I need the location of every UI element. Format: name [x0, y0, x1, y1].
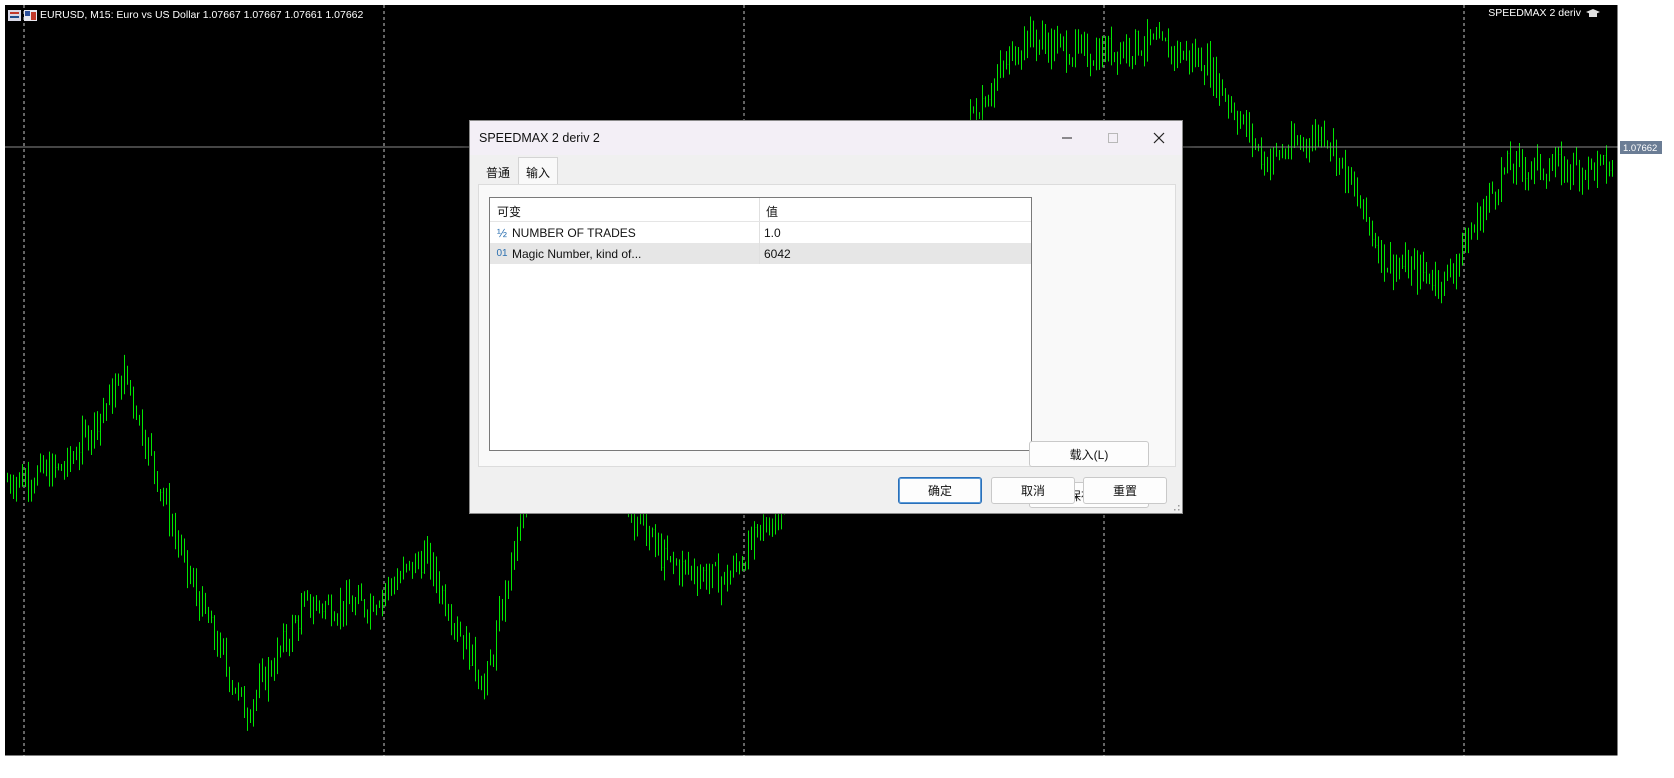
- close-icon: [1153, 132, 1165, 144]
- integer-type-icon: 01: [496, 248, 508, 259]
- chart-menu-icon[interactable]: [8, 9, 21, 21]
- price-tick-label: 1.06715: [1625, 736, 1659, 747]
- price-tick-label: 1.07485: [1625, 254, 1659, 265]
- dialog-title: SPEEDMAX 2 deriv 2: [479, 131, 600, 145]
- time-tick-label: 8 Jun 14:45: [963, 762, 1013, 773]
- flag-icon: [24, 9, 37, 21]
- time-tick-label: 7 Jun 22:45: [723, 762, 773, 773]
- price-tick-label: 1.07760: [1625, 82, 1659, 93]
- price-tick-label: 1.06990: [1625, 564, 1659, 575]
- input-name: Magic Number, kind of...: [512, 246, 642, 261]
- chart-symbol-info: EURUSD, M15: Euro vs US Dollar 1.07667 1…: [40, 9, 364, 21]
- time-tick-label: 6 Jun 22:45: [363, 762, 413, 773]
- reset-button[interactable]: 重置: [1083, 477, 1167, 504]
- minimize-icon: [1062, 137, 1072, 139]
- current-price-text: 1.07662: [1623, 143, 1657, 154]
- resize-grip-icon[interactable]: [1172, 503, 1180, 511]
- close-button[interactable]: [1136, 121, 1182, 155]
- time-tick-label: 7 Jun 10:45: [543, 762, 593, 773]
- input-value[interactable]: 1.0: [760, 226, 781, 240]
- time-tick-label: 7 Jun 14:45: [603, 762, 653, 773]
- time-tick-label: 9 Jun 06:45: [1203, 762, 1253, 773]
- price-tick-label: 1.07815: [1625, 47, 1659, 58]
- price-tick-label: 1.06825: [1625, 667, 1659, 678]
- tab-inputs[interactable]: 输入: [518, 157, 559, 184]
- price-tick-label: 1.07595: [1625, 185, 1659, 196]
- time-tick-label: 8 Jun 22:45: [1083, 762, 1133, 773]
- expert-advisor-label[interactable]: SPEEDMAX 2 deriv: [1488, 7, 1600, 19]
- price-tick-label: 1.06880: [1625, 633, 1659, 644]
- tab-common[interactable]: 普通: [478, 159, 518, 183]
- price-tick-label: 1.07155: [1625, 460, 1659, 471]
- input-name: NUMBER OF TRADES: [512, 225, 636, 240]
- dialog-tabs: 普通 输入: [478, 157, 559, 184]
- time-tick-label: 9 Jun 18:45: [1383, 762, 1433, 773]
- time-tick-label: 13 Jun 02:45: [1503, 762, 1558, 773]
- column-header-variable[interactable]: 可变: [490, 198, 760, 221]
- time-tick-label: 8 Jun 06:45: [843, 762, 893, 773]
- price-tick-label: 1.07705: [1625, 116, 1659, 127]
- time-tick-label: 6 Jun 02:45: [63, 762, 113, 773]
- price-tick-label: 1.06935: [1625, 598, 1659, 609]
- price-tick-label: 1.07430: [1625, 288, 1659, 299]
- price-tick-label: 1.07045: [1625, 529, 1659, 540]
- time-tick-label: 8 Jun 10:45: [903, 762, 953, 773]
- chart-header: EURUSD, M15: Euro vs US Dollar 1.07667 1…: [8, 7, 363, 23]
- price-tick-label: 1.07320: [1625, 357, 1659, 368]
- price-tick-label: 1.07210: [1625, 426, 1659, 437]
- time-tick-label: 8 Jun 02:45: [783, 762, 833, 773]
- load-button[interactable]: 载入(L): [1029, 441, 1149, 467]
- time-tick-label: 7 Jun 06:45: [483, 762, 533, 773]
- table-row[interactable]: 01 Magic Number, kind of... 6042: [490, 243, 1031, 264]
- price-tick-label: 1.07540: [1625, 220, 1659, 231]
- grid-header: 可变 值: [490, 198, 1031, 222]
- time-tick-label: 9 Jun 14:45: [1323, 762, 1373, 773]
- maximize-button[interactable]: [1090, 121, 1136, 155]
- price-tick-label: 1.07375: [1625, 323, 1659, 334]
- minimize-button[interactable]: [1044, 121, 1090, 155]
- price-tick-label: 1.07870: [1625, 13, 1659, 24]
- expert-advisor-name: SPEEDMAX 2 deriv: [1488, 7, 1581, 19]
- time-tick-label: 9 Jun 22:45: [1443, 762, 1493, 773]
- cancel-button[interactable]: 取消: [991, 477, 1075, 504]
- time-tick-label: 9 Jun 10:45: [1263, 762, 1313, 773]
- inputs-panel: 可变 值 ½ NUMBER OF TRADES 1.0 01 Magic Num…: [478, 184, 1176, 508]
- time-tick-label: 7 Jun 02:45: [423, 762, 473, 773]
- time-tick-label: 8 Jun 18:45: [1023, 762, 1073, 773]
- graduation-cap-icon: [1586, 8, 1600, 19]
- time-tick-label: 7 Jun 18:45: [663, 762, 713, 773]
- time-tick-label: 5 Jun 2023: [3, 762, 50, 773]
- time-tick-label: 6 Jun 06:45: [123, 762, 173, 773]
- price-tick-label: 1.07100: [1625, 495, 1659, 506]
- time-tick-label: 6 Jun 10:45: [183, 762, 233, 773]
- time-tick-label: 6 Jun 14:45: [243, 762, 293, 773]
- inputs-grid: 可变 值 ½ NUMBER OF TRADES 1.0 01 Magic Num…: [489, 197, 1032, 451]
- time-tick-label: 6 Jun 18:45: [303, 762, 353, 773]
- maximize-icon: [1108, 133, 1118, 143]
- price-tick-label: 1.07265: [1625, 392, 1659, 403]
- dialog-titlebar[interactable]: SPEEDMAX 2 deriv 2: [470, 121, 1182, 155]
- table-row[interactable]: ½ NUMBER OF TRADES 1.0: [490, 222, 1031, 243]
- input-value[interactable]: 6042: [760, 247, 791, 261]
- ok-button[interactable]: 确定: [898, 477, 982, 504]
- ea-properties-dialog: SPEEDMAX 2 deriv 2 普通 输入 可变 值 ½ NUMBER O…: [469, 120, 1183, 514]
- column-header-value[interactable]: 值: [760, 198, 778, 221]
- time-tick-label: 9 Jun 02:45: [1143, 762, 1193, 773]
- price-tick-label: 1.06770: [1625, 701, 1659, 712]
- double-type-icon: ½: [496, 225, 507, 240]
